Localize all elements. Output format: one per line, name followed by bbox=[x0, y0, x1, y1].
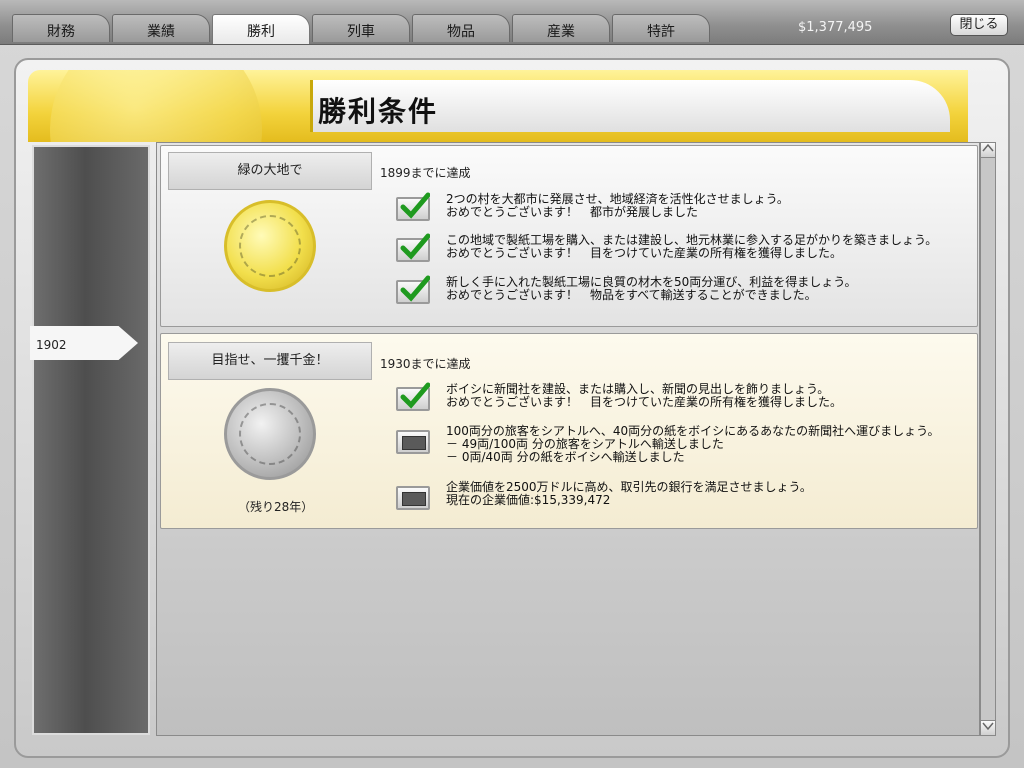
checkmark-icon bbox=[400, 275, 430, 302]
scrollbar-track[interactable] bbox=[980, 142, 996, 736]
objective-text: 企業価値を2500万ドルに高め、取引先の銀行を満足させましょう。 現在の企業価値… bbox=[446, 481, 812, 507]
objective-checkbox bbox=[396, 430, 430, 454]
tab-goods[interactable]: 物品 bbox=[412, 14, 510, 42]
objective-line: おめでとうございます！ 目をつけていた産業の所有権を獲得しました。 bbox=[446, 246, 843, 260]
condition-deadline: 1930までに達成 bbox=[380, 357, 471, 371]
objective-text: 2つの村を大都市に発展させ、地域経済を活性化させましょう。 おめでとうございます… bbox=[446, 193, 789, 219]
gold-medal-icon bbox=[224, 200, 316, 292]
objective-checkbox bbox=[396, 233, 430, 262]
objective-line: － 0両/40両 分の紙をボイシへ輸送しました bbox=[446, 450, 685, 464]
objective-checkbox bbox=[396, 486, 430, 510]
objective-checkbox bbox=[396, 275, 430, 304]
objective-line: 現在の企業価値:$15,339,472 bbox=[446, 493, 611, 507]
condition-name: 目指せ、一攫千金！ bbox=[168, 342, 372, 380]
header-medal-emblem bbox=[50, 70, 262, 142]
tab-industry[interactable]: 産業 bbox=[512, 14, 610, 42]
objective-checkbox bbox=[396, 192, 430, 221]
close-button[interactable]: 閉じる bbox=[950, 14, 1008, 36]
objective-text: ボイシに新聞社を建設、または購入し、新聞の見出しを飾りましょう。 おめでとうござ… bbox=[446, 383, 842, 409]
money-display: $1,377,495 bbox=[798, 20, 873, 35]
timeline-year-label: 1902 bbox=[36, 338, 67, 352]
objective-text: 100両分の旅客をシアトルへ、40両分の紙をボイシにあるあなたの新聞社へ運びまし… bbox=[446, 425, 939, 464]
silver-medal-icon bbox=[224, 388, 316, 480]
condition-deadline: 1899までに達成 bbox=[380, 166, 471, 180]
tab-finance[interactable]: 財務 bbox=[12, 14, 110, 42]
timeline-bar bbox=[32, 145, 150, 735]
objective-line: おめでとうございます！ 物品をすべて輸送することができました。 bbox=[446, 288, 817, 302]
chevron-up-icon bbox=[982, 143, 994, 152]
page-title: 勝利条件 bbox=[318, 95, 439, 128]
tab-patents[interactable]: 特許 bbox=[612, 14, 710, 42]
objective-text: この地域で製紙工場を購入、または建設し、地元林業に参入する足がかりを築きましょう… bbox=[446, 234, 937, 260]
unchecked-box-icon bbox=[402, 436, 426, 450]
tab-victory[interactable]: 勝利 bbox=[212, 14, 310, 44]
tab-performance[interactable]: 業績 bbox=[112, 14, 210, 42]
objective-line: おめでとうございます！ 都市が発展しました bbox=[446, 205, 699, 219]
scroll-up-button[interactable] bbox=[980, 142, 996, 158]
checkmark-icon bbox=[400, 233, 430, 260]
objective-checkbox bbox=[396, 382, 430, 411]
checkmark-icon bbox=[400, 192, 430, 219]
checkmark-icon bbox=[400, 382, 430, 409]
objective-text: 新しく手に入れた製紙工場に良質の材木を50両分運び、利益を得ましょう。 おめでと… bbox=[446, 276, 857, 302]
chevron-down-icon bbox=[982, 722, 994, 731]
tab-trains[interactable]: 列車 bbox=[312, 14, 410, 42]
objective-line: おめでとうございます！ 目をつけていた産業の所有権を獲得しました。 bbox=[446, 395, 843, 409]
unchecked-box-icon bbox=[402, 492, 426, 506]
scroll-down-button[interactable] bbox=[980, 720, 996, 736]
condition-name: 緑の大地で bbox=[168, 152, 372, 190]
remaining-years-label: （残り28年） bbox=[238, 500, 314, 514]
